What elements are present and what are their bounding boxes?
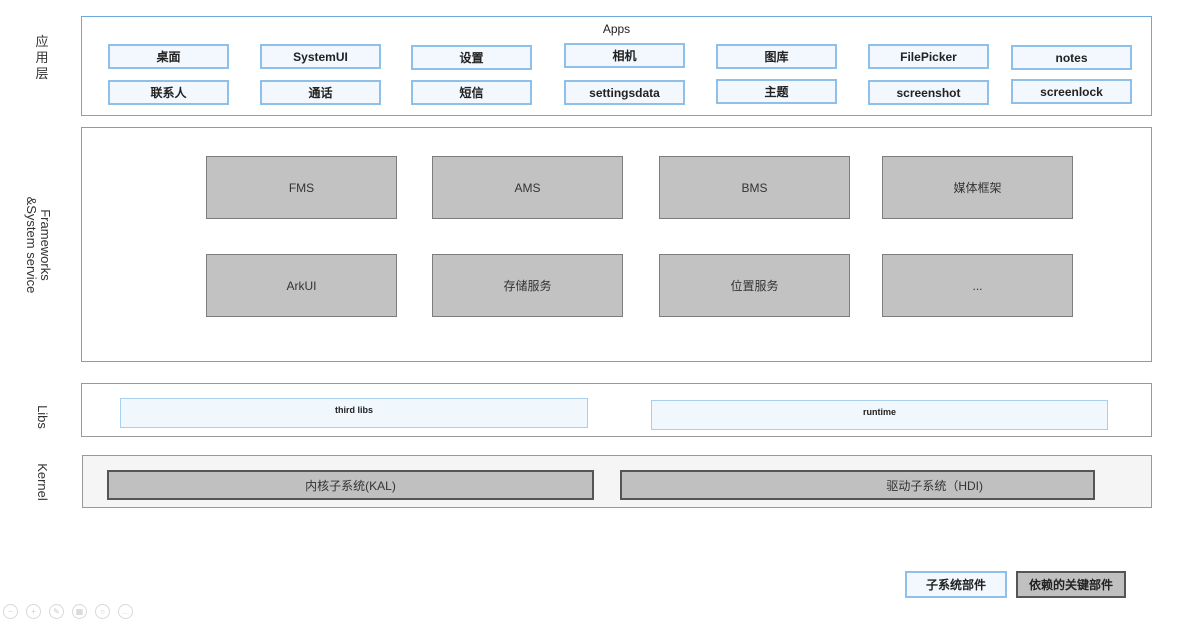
app-desktop[interactable]: 桌面 — [108, 44, 229, 69]
apps-layer: Apps 桌面 SystemUI 设置 相机 图库 FilePicker not… — [81, 16, 1152, 116]
app-systemui[interactable]: SystemUI — [260, 44, 381, 69]
legend-subsystem-component: 子系统部件 — [905, 571, 1007, 598]
app-filepicker[interactable]: FilePicker — [868, 44, 989, 69]
layout-icon[interactable]: ▦ — [72, 604, 87, 619]
apps-title: Apps — [602, 22, 631, 36]
app-themes[interactable]: 主题 — [716, 79, 837, 104]
service-bms[interactable]: BMS — [659, 156, 850, 219]
lib-runtime[interactable]: runtime — [651, 400, 1108, 430]
kernel-hdi[interactable]: 驱动子系统（HDI) — [620, 470, 1095, 500]
app-contacts[interactable]: 联系人 — [108, 80, 229, 105]
search-icon[interactable]: ○ — [95, 604, 110, 619]
bottom-toolbar: − + ✎ ▦ ○ … — [3, 604, 133, 620]
apps-layer-label: 应 用 层 — [34, 34, 50, 82]
zoom-in-icon[interactable]: + — [26, 604, 41, 619]
app-screenshot[interactable]: screenshot — [868, 80, 989, 105]
service-ams[interactable]: AMS — [432, 156, 623, 219]
app-calls[interactable]: 通话 — [260, 80, 381, 105]
app-settingsdata[interactable]: settingsdata — [564, 80, 685, 105]
app-messages[interactable]: 短信 — [411, 80, 532, 105]
app-screenlock[interactable]: screenlock — [1011, 79, 1132, 104]
kernel-hdi-label: 驱动子系统（HDI) — [886, 478, 983, 493]
frameworks-label-line2: &System service — [24, 196, 39, 294]
service-fms[interactable]: FMS — [206, 156, 397, 219]
service-arkui[interactable]: ArkUI — [206, 254, 397, 317]
edit-icon[interactable]: ✎ — [49, 604, 64, 619]
app-settings[interactable]: 设置 — [411, 45, 532, 70]
kernel-kal[interactable]: 内核子系统(KAL) — [107, 470, 594, 500]
apps-layer-label-text: 应 用 层 — [35, 34, 49, 81]
frameworks-layer: FMS AMS BMS 媒体框架 ArkUI 存储服务 位置服务 ... — [81, 127, 1152, 362]
service-location[interactable]: 位置服务 — [659, 254, 850, 317]
legend-dependency-component: 依赖的关键部件 — [1016, 571, 1126, 598]
libs-layer-label: Libs — [35, 405, 50, 429]
libs-layer: third libs runtime — [81, 383, 1152, 437]
more-icon[interactable]: … — [118, 604, 133, 619]
zoom-out-icon[interactable]: − — [3, 604, 18, 619]
frameworks-layer-label: Frameworks &System service — [22, 180, 53, 310]
kernel-layer-label: Kernel — [35, 463, 50, 501]
frameworks-label-line1: Frameworks — [38, 209, 53, 281]
kernel-kal-label: 内核子系统(KAL) — [305, 478, 396, 493]
service-storage[interactable]: 存储服务 — [432, 254, 623, 317]
kernel-layer: 内核子系统(KAL) 驱动子系统（HDI) — [82, 455, 1152, 508]
service-media-framework[interactable]: 媒体框架 — [882, 156, 1073, 219]
app-gallery[interactable]: 图库 — [716, 44, 837, 69]
app-camera[interactable]: 相机 — [564, 43, 685, 68]
service-more[interactable]: ... — [882, 254, 1073, 317]
app-notes[interactable]: notes — [1011, 45, 1132, 70]
lib-third-libs[interactable]: third libs — [120, 398, 588, 428]
